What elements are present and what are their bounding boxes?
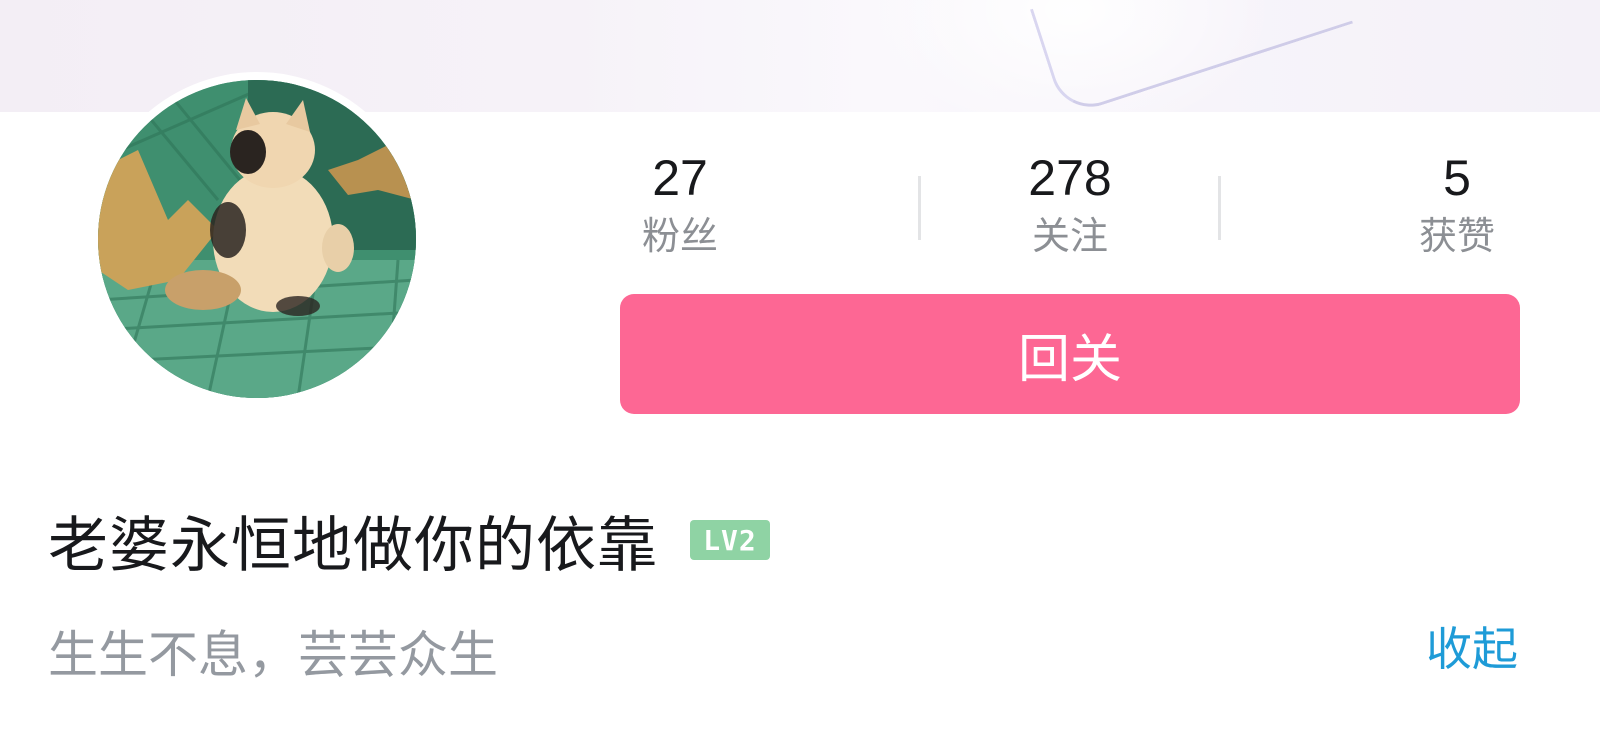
stat-likes[interactable]: 5 获赞: [1377, 148, 1537, 264]
cat-photo-avatar: [98, 80, 416, 398]
level-badge: LV2: [690, 520, 770, 560]
fans-label: 粉丝: [641, 214, 718, 258]
follow-back-button[interactable]: 回关: [620, 294, 1520, 414]
username: 老婆永恒地做你的依靠: [48, 510, 658, 581]
name-row: 老婆永恒地做你的依靠 LV2: [48, 500, 770, 581]
following-label: 关注: [1031, 214, 1108, 258]
following-count: 278: [1028, 150, 1112, 206]
likes-count: 5: [1443, 150, 1471, 206]
likes-label: 获赞: [1418, 214, 1495, 258]
fans-count: 27: [652, 150, 708, 206]
stat-following[interactable]: 278 关注: [990, 148, 1150, 264]
stat-fans[interactable]: 27 粉丝: [600, 148, 760, 264]
collapse-button[interactable]: 收起: [1426, 616, 1518, 682]
bio-text: 生生不息，芸芸众生: [48, 626, 498, 684]
avatar[interactable]: [90, 72, 424, 406]
profile-page: 27 粉丝 278 关注 5 获赞 回关 老婆永恒地做你的依靠 LV2 生生不息…: [0, 0, 1600, 746]
stats-divider: [918, 176, 921, 240]
profile-stats: 27 粉丝 278 关注 5 获赞: [620, 148, 1520, 268]
stats-divider: [1218, 176, 1221, 240]
